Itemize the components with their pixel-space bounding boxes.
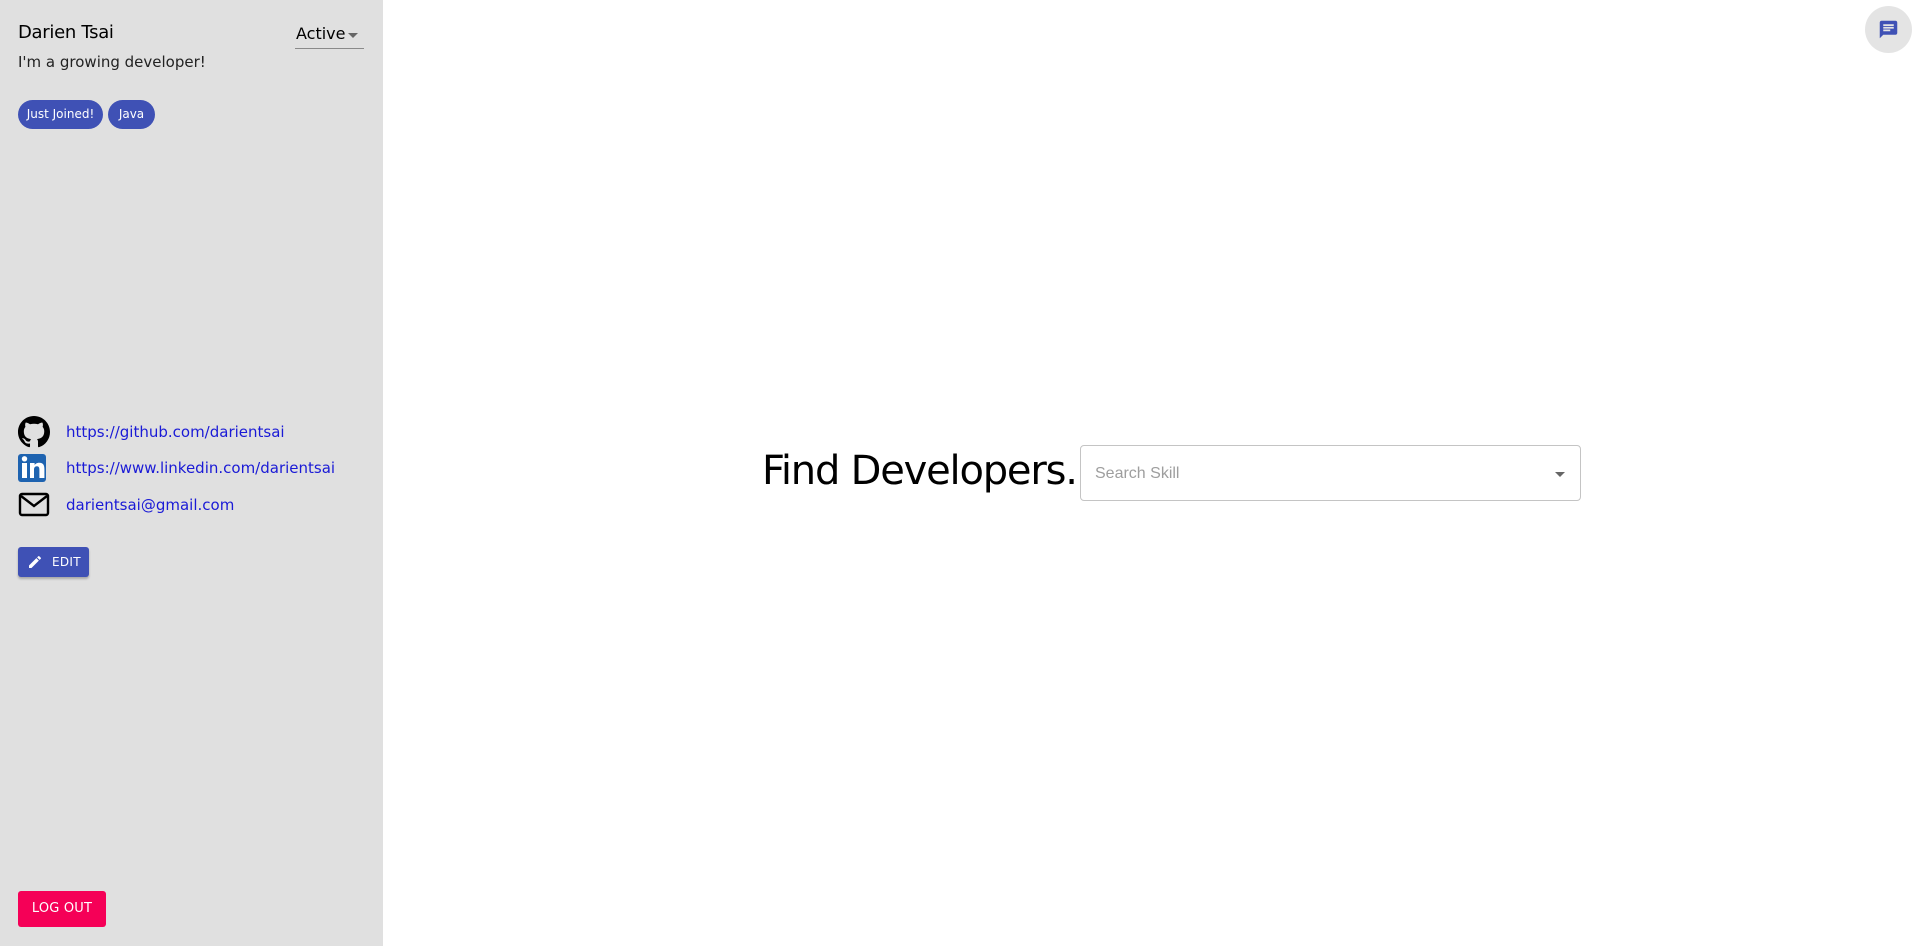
user-bio: I'm a growing developer! [18,53,206,71]
status-value: Active [296,24,346,43]
skill-search-select[interactable] [1080,445,1581,501]
pencil-icon [29,555,42,568]
chevron-down-icon [348,33,358,38]
profile-sidebar: Darien Tsai Active I'm a growing develop… [0,0,383,946]
chevron-down-icon[interactable] [1555,472,1565,477]
email-link[interactable]: darientsai@gmail.com [66,496,234,514]
chat-icon [1879,20,1898,39]
status-select[interactable]: Active [295,22,364,49]
chat-button[interactable] [1865,6,1912,53]
linkedin-link[interactable]: https://www.linkedin.com/darientsai [66,459,335,477]
email-link-row: darientsai@gmail.com [18,489,368,519]
github-icon [18,416,50,448]
user-name: Darien Tsai [18,22,114,43]
github-link-row: https://github.com/darientsai [18,416,368,448]
tag-chip: Just Joined! [18,100,103,129]
page-title: Find Developers. [762,448,1078,494]
edit-profile-button[interactable]: EDIT [18,547,89,577]
edit-button-label: EDIT [52,555,81,569]
skill-search-input[interactable] [1095,462,1535,486]
logout-button[interactable]: LOG OUT [18,891,106,927]
tag-chip: Java [108,100,155,129]
linkedin-icon [18,454,46,482]
mail-icon [18,492,50,517]
github-link[interactable]: https://github.com/darientsai [66,423,285,441]
linkedin-link-row: https://www.linkedin.com/darientsai [18,452,368,482]
